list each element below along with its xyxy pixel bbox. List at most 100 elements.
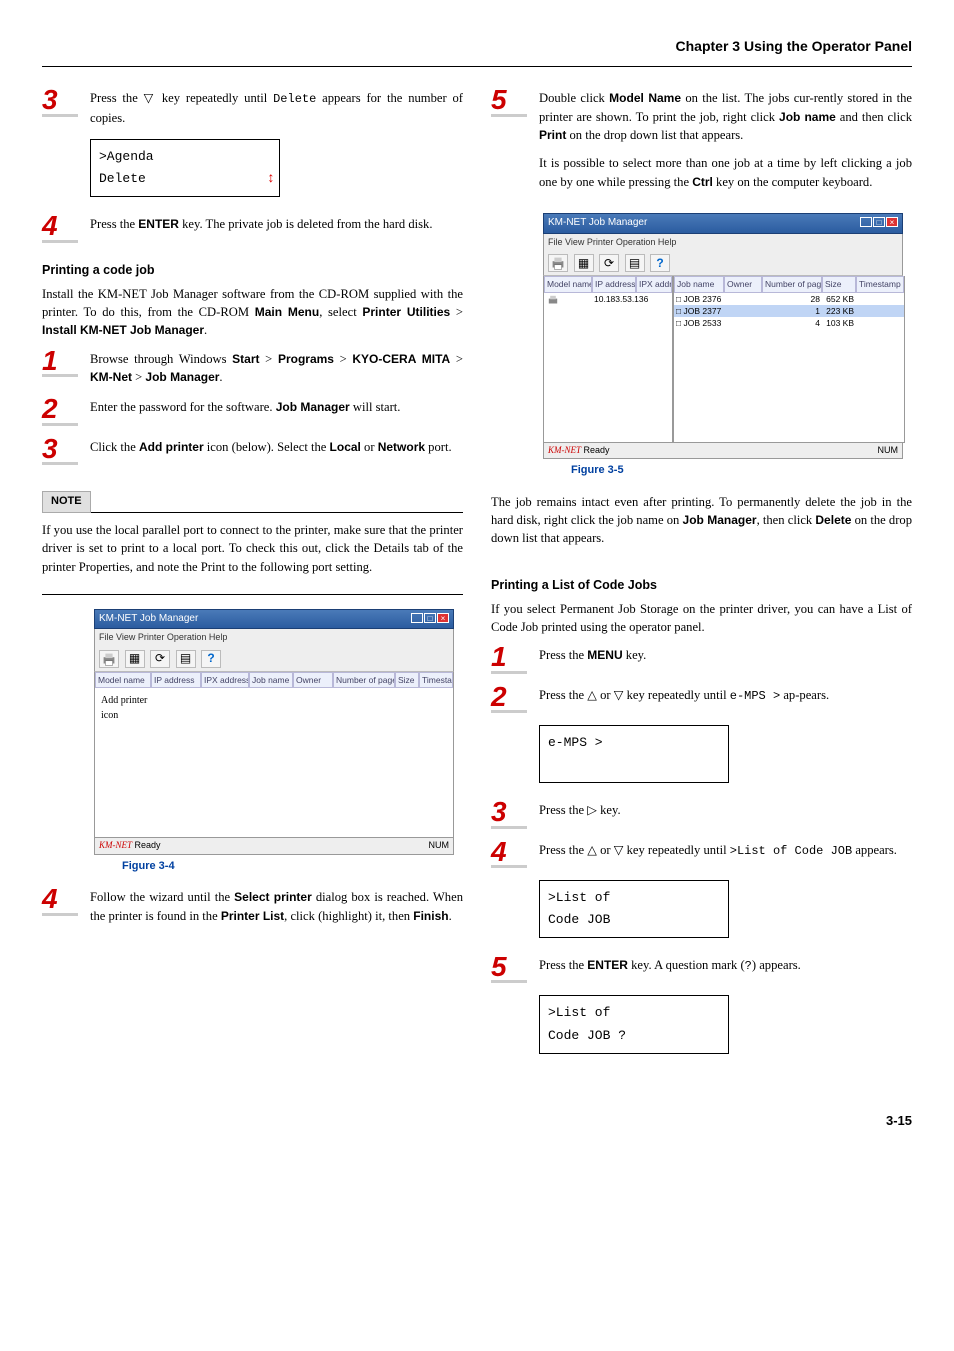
- b: Job Manager: [145, 370, 219, 384]
- step-number: 5: [491, 89, 527, 116]
- col[interactable]: Timestamp: [856, 276, 904, 292]
- col[interactable]: IP address: [151, 672, 201, 688]
- lcd-line: >List of: [548, 1002, 720, 1024]
- lcd-display: >Agenda Delete ↕: [90, 139, 280, 197]
- toolbar-button[interactable]: ▦: [125, 650, 145, 668]
- window-controls[interactable]: _□×: [859, 216, 898, 231]
- col[interactable]: Model name: [95, 672, 151, 688]
- step-2-emps: 2 Press the △ or ▽ key repeatedly until …: [491, 686, 912, 713]
- col[interactable]: Model name: [544, 276, 592, 292]
- b: Start: [232, 352, 259, 366]
- txt: Press the △ or ▽ key repeatedly until: [539, 688, 730, 702]
- column-headers: Job name Owner Number of pages Size Time…: [673, 276, 905, 292]
- add-printer-callout: Add printer icon: [101, 694, 147, 723]
- txt: key. The private job is deleted from the…: [179, 217, 433, 231]
- step-number: 3: [42, 438, 78, 465]
- txt: >: [334, 352, 352, 366]
- col[interactable]: Job name: [674, 276, 724, 292]
- lcd-line: [548, 754, 720, 776]
- txt: key. A question mark (: [628, 958, 745, 972]
- table-row[interactable]: □ JOB 23771223 KB: [674, 305, 904, 317]
- install-paragraph: Install the KM-NET Job Manager software …: [42, 285, 463, 340]
- table-row[interactable]: 10.183.53.136: [544, 293, 672, 310]
- col[interactable]: Size: [822, 276, 856, 292]
- col[interactable]: IPX address: [201, 672, 249, 688]
- txt: .: [449, 909, 452, 923]
- step-body: Press the ▷ key.: [539, 801, 912, 828]
- maximize-icon[interactable]: □: [424, 613, 436, 623]
- step-number: 4: [42, 215, 78, 242]
- remains-paragraph: The job remains intact even after printi…: [491, 493, 912, 548]
- b: Ctrl: [692, 175, 713, 189]
- right-pane: Job name Owner Number of pages Size Time…: [673, 276, 905, 442]
- add-printer-button[interactable]: [99, 650, 119, 668]
- ctrl-paragraph: It is possible to select more than one j…: [539, 154, 912, 191]
- left-column: 3 Press the ▽ key repeatedly until Delet…: [42, 89, 463, 1071]
- col[interactable]: IP address: [592, 276, 636, 292]
- step-body: Press the MENU key.: [539, 646, 912, 673]
- menubar[interactable]: File View Printer Operation Help: [543, 234, 903, 251]
- lcd-line: Code JOB: [548, 909, 720, 931]
- maximize-icon[interactable]: □: [873, 217, 885, 227]
- printer-list[interactable]: 10.183.53.136: [543, 293, 673, 443]
- minimize-icon[interactable]: _: [411, 613, 423, 623]
- step-3-delete: 3 Press the ▽ key repeatedly until Delet…: [42, 89, 463, 127]
- menubar[interactable]: File View Printer Operation Help: [94, 629, 454, 646]
- txt: on the drop down list that appears.: [566, 128, 743, 142]
- col[interactable]: Job name: [249, 672, 293, 688]
- col[interactable]: Owner: [724, 276, 762, 292]
- help-button[interactable]: ?: [201, 650, 221, 668]
- txt: will start.: [350, 400, 401, 414]
- toolbar-button[interactable]: ▦: [574, 254, 594, 272]
- statusbar: KM-NET Ready NUM: [94, 838, 454, 854]
- note-body: If you use the local parallel port to co…: [42, 521, 463, 576]
- step-body: Press the ▽ key repeatedly until Delete …: [90, 89, 463, 127]
- b: KYO-CERA MITA: [352, 352, 450, 366]
- status-left: KM-NET Ready: [99, 839, 161, 852]
- txt: Click the: [90, 440, 139, 454]
- close-icon[interactable]: ×: [886, 217, 898, 227]
- minimize-icon[interactable]: _: [860, 217, 872, 227]
- col[interactable]: IPX address: [636, 276, 672, 292]
- table-row[interactable]: □ JOB 25334103 KB: [674, 317, 904, 329]
- col[interactable]: Size: [395, 672, 419, 688]
- help-button[interactable]: ?: [650, 254, 670, 272]
- list-body[interactable]: Add printer icon: [94, 688, 454, 838]
- txt: >: [132, 370, 145, 384]
- job-list[interactable]: □ JOB 237628652 KB □ JOB 23771223 KB □ J…: [673, 293, 905, 443]
- window-title: KM-NET Job Manager: [99, 613, 198, 624]
- txt: Press the: [90, 217, 138, 231]
- txt: , select: [319, 305, 362, 319]
- txt: Double click: [539, 91, 609, 105]
- step-4-enter: 4 Press the ENTER key. The private job i…: [42, 215, 463, 242]
- col[interactable]: Number of pages: [762, 276, 822, 292]
- toolbar-button[interactable]: ⟳: [150, 650, 170, 668]
- toolbar-button[interactable]: ▤: [625, 254, 645, 272]
- window-controls[interactable]: _□×: [410, 612, 449, 627]
- lcd-line: e-MPS >: [548, 732, 720, 754]
- step-4-wizard: 4 Follow the wizard until the Select pri…: [42, 888, 463, 925]
- lcd-display: e-MPS >: [539, 725, 729, 783]
- code: e-MPS >: [730, 689, 780, 703]
- txt: >: [450, 352, 463, 366]
- step-number: 1: [42, 350, 78, 377]
- toolbar-button[interactable]: ▤: [176, 650, 196, 668]
- window-titlebar[interactable]: KM-NET Job Manager _□×: [94, 609, 454, 630]
- txt: key.: [623, 648, 647, 662]
- code: Delete: [273, 92, 316, 106]
- txt: Enter the password for the software.: [90, 400, 276, 414]
- close-icon[interactable]: ×: [437, 613, 449, 623]
- printer-icon: [549, 254, 567, 272]
- window-titlebar[interactable]: KM-NET Job Manager _□×: [543, 213, 903, 234]
- col[interactable]: Timestamp: [419, 672, 453, 688]
- table-row[interactable]: □ JOB 237628652 KB: [674, 293, 904, 305]
- b: Main Menu: [255, 305, 320, 319]
- txt: Press the: [539, 958, 587, 972]
- col[interactable]: Number of pages: [333, 672, 395, 688]
- add-printer-button[interactable]: [548, 254, 568, 272]
- toolbar-button[interactable]: ⟳: [599, 254, 619, 272]
- txt: Press the: [539, 648, 587, 662]
- col[interactable]: Owner: [293, 672, 333, 688]
- step-body: Enter the password for the software. Job…: [90, 398, 463, 425]
- b: Job name: [779, 110, 836, 124]
